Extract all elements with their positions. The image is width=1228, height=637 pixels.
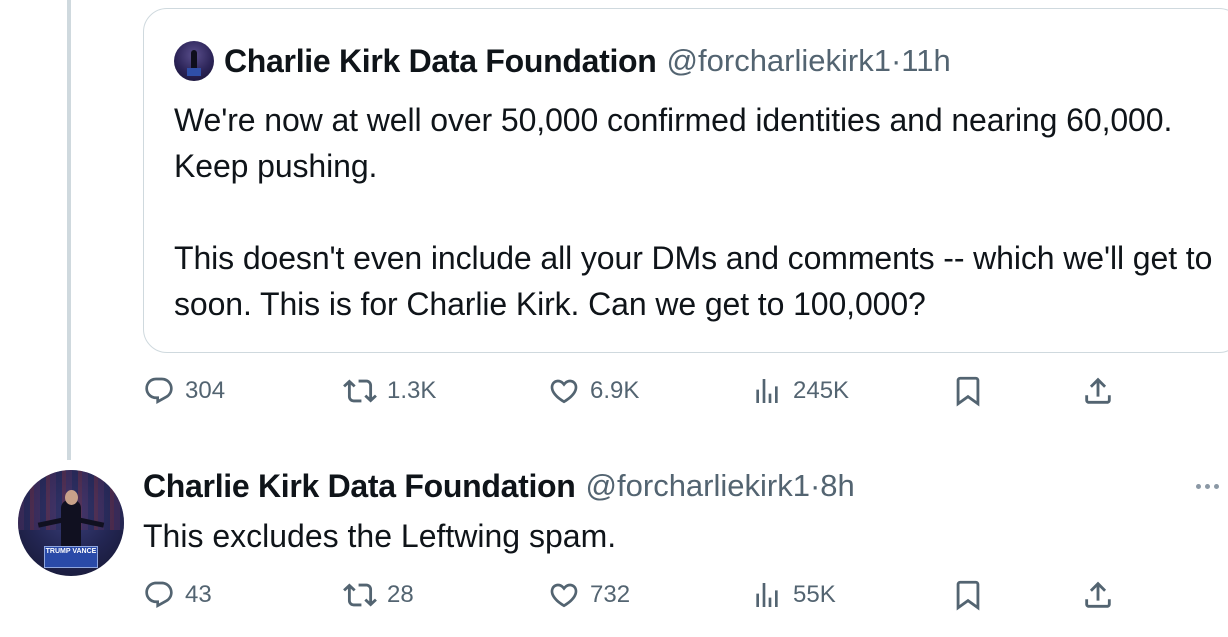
share-button[interactable] xyxy=(1081,575,1115,615)
reply-actions-bar: 43 28 732 55K xyxy=(143,575,1143,615)
views-icon xyxy=(756,583,778,607)
more-icon xyxy=(1196,483,1201,489)
reply-icon xyxy=(145,581,173,608)
thread-connector-line xyxy=(67,0,71,460)
reply-author-avatar[interactable]: TRUMP VANCE xyxy=(18,470,124,576)
reply-author-name[interactable]: Charlie Kirk Data Foundation xyxy=(143,468,576,505)
like-button[interactable]: 6.9K xyxy=(548,371,639,411)
views-button[interactable]: 55K xyxy=(751,575,836,615)
repost-count: 1.3K xyxy=(387,377,437,404)
reply-author-handle[interactable]: @forcharliekirk1·8h xyxy=(586,468,855,504)
share-icon xyxy=(1085,377,1111,404)
like-icon xyxy=(550,583,578,608)
quoted-tweet-time[interactable]: 11h xyxy=(901,43,950,78)
like-icon xyxy=(550,379,578,404)
views-button[interactable]: 245K xyxy=(751,371,849,411)
avatar-podium-text: TRUMP VANCE xyxy=(45,548,97,555)
repost-icon xyxy=(343,379,377,403)
share-icon xyxy=(1085,581,1111,608)
quoted-author-name[interactable]: Charlie Kirk Data Foundation xyxy=(224,43,657,80)
quoted-tweet-card[interactable]: Charlie Kirk Data Foundation @forcharlie… xyxy=(143,8,1228,353)
like-count: 732 xyxy=(590,581,631,608)
reply-button[interactable]: 43 xyxy=(143,575,212,615)
reply-tweet-time[interactable]: 8h xyxy=(820,468,854,503)
views-icon xyxy=(756,379,778,403)
tweet-actions-bar: 304 1.3K 6.9K 245K xyxy=(143,371,1143,411)
reply-count: 43 xyxy=(185,581,212,608)
quoted-author-handle[interactable]: @forcharliekirk1·11h xyxy=(667,43,951,79)
views-count: 245K xyxy=(793,377,850,404)
views-count: 55K xyxy=(793,581,836,608)
more-options-button[interactable] xyxy=(1196,476,1228,496)
reply-tweet-header: Charlie Kirk Data Foundation @forcharlie… xyxy=(143,465,855,507)
repost-icon xyxy=(343,583,377,607)
bookmark-icon xyxy=(956,376,980,407)
share-button[interactable] xyxy=(1081,371,1115,411)
like-button[interactable]: 732 xyxy=(548,575,630,615)
separator-dot: · xyxy=(890,43,902,78)
repost-button[interactable]: 1.3K xyxy=(343,371,436,411)
bookmark-button[interactable] xyxy=(951,371,985,411)
reply-button[interactable]: 304 xyxy=(143,371,225,411)
reply-count: 304 xyxy=(185,377,226,404)
separator-dot: · xyxy=(809,468,821,503)
quoted-author-avatar[interactable] xyxy=(174,41,214,81)
bookmark-icon xyxy=(956,580,980,611)
reply-tweet-text: This excludes the Leftwing spam. xyxy=(143,518,617,554)
reply-icon xyxy=(145,377,173,404)
repost-count: 28 xyxy=(387,581,414,608)
quoted-tweet-text: We're now at well over 50,000 confirmed … xyxy=(174,102,1213,322)
quoted-tweet-header: Charlie Kirk Data Foundation @forcharlie… xyxy=(174,39,951,83)
like-count: 6.9K xyxy=(590,377,640,404)
repost-button[interactable]: 28 xyxy=(343,575,414,615)
bookmark-button[interactable] xyxy=(951,575,985,615)
